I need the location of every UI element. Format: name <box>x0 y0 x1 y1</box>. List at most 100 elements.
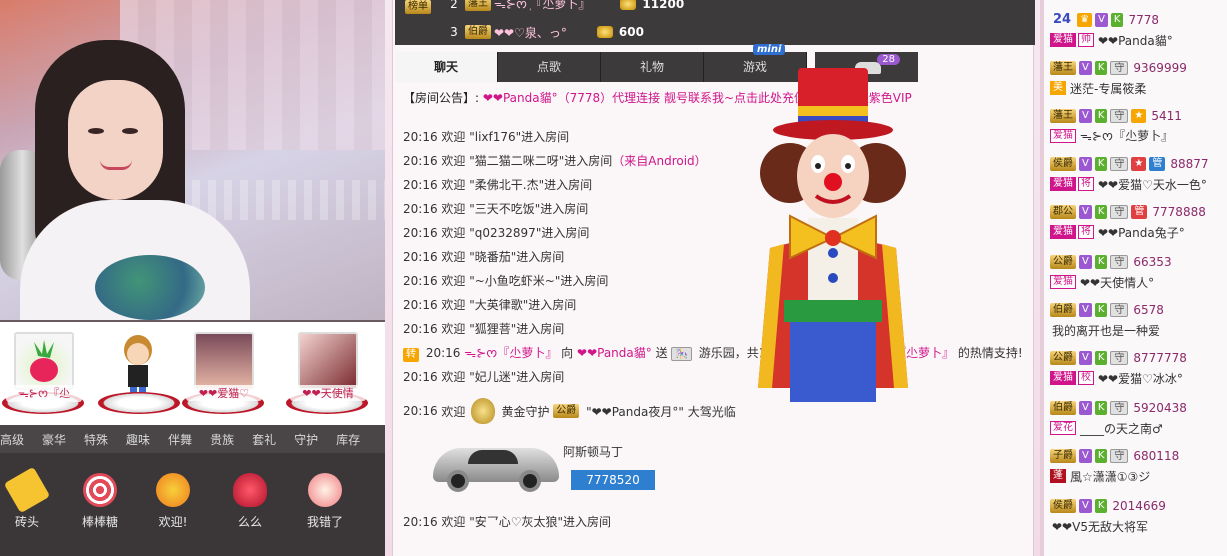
user-avatar <box>298 332 358 390</box>
msg-text: 欢迎 "猫二猫二咪二呀"进入房间 <box>441 154 613 168</box>
msg-text: 欢迎 <box>441 404 466 419</box>
chat-message: 20:16 欢迎 "安乛心♡灰太狼"进入房间 <box>403 513 611 530</box>
user-entry[interactable]: 子爵 V K 守 680118 蓬 風☆潇潇①③ジ <box>1050 444 1227 492</box>
user-avatar <box>194 332 254 390</box>
fan-tag: 爱猫 <box>1050 177 1076 191</box>
broadcast-badge: 转 <box>403 348 419 362</box>
guard-badge: 守 <box>1110 61 1129 75</box>
car-wheel <box>519 470 541 492</box>
guard-seat[interactable]: ᯓ⊱ᰔ『尐 <box>2 330 84 420</box>
gift-item[interactable]: 砖头 <box>0 466 62 530</box>
user-list: 24 ♛ V K 7778 爱猫 帅 ❤❤Panda貓° 藩王 V K 守 93… <box>1040 0 1227 556</box>
user-name: 迷茫-专属筱柔 <box>1070 81 1147 96</box>
user-entry[interactable]: 24 ♛ V K 7778 爱猫 帅 ❤❤Panda貓° <box>1050 8 1227 56</box>
gift-tab[interactable]: 趣味 <box>117 431 159 448</box>
video-stream[interactable] <box>0 0 385 320</box>
guard-seat[interactable]: ❤❤天使情 <box>286 330 368 420</box>
k-badge: K <box>1094 61 1108 75</box>
user-name: ❤❤Panda貓° <box>1098 33 1173 48</box>
car-owner-id[interactable]: 7778520 <box>571 470 655 490</box>
msg-time: 20:16 <box>403 202 438 216</box>
user-entry[interactable]: 侯爵 V K 2014669 ❤❤V5无敌大将军 <box>1050 494 1227 542</box>
star-icon: ★ <box>1131 157 1147 171</box>
gift-tab[interactable]: 高级 <box>0 431 33 448</box>
guard-badge: 守 <box>1110 449 1129 463</box>
aston-martin-car-image <box>433 438 563 493</box>
chat-message: 20:16 欢迎 "妃儿迷"进入房间 <box>403 368 1023 392</box>
rank-row[interactable]: 2 藩王 ᯓ⊱ᰔ ᷂『尐萝卜』 11200 <box>395 0 795 14</box>
user-entry[interactable]: 公爵 V K 守 66353 爱猫 ❤❤天使情人° <box>1050 250 1227 298</box>
chat-messages: 20:16 欢迎 "lixf176"进入房间 20:16 欢迎 "猫二猫二咪二呀… <box>403 128 1023 392</box>
user-name: ❤❤Panda兔子° <box>1098 225 1185 240</box>
msg-text: 欢迎 "三天不吃饭"进入房间 <box>441 202 589 216</box>
level-badge: 24 <box>1053 12 1072 27</box>
clown-gift-animation <box>758 68 908 402</box>
coin-icon <box>596 26 613 38</box>
vip-badge: V <box>1079 499 1092 513</box>
crown-icon: ♛ <box>1077 13 1093 27</box>
msg-time: 20:16 <box>403 515 438 529</box>
sender-name[interactable]: ᯓ⊱ᰔ『尐萝卜』 <box>464 346 557 360</box>
k-badge: K <box>1094 205 1108 219</box>
left-panel: ᯓ⊱ᰔ『尐 ❤❤爱猫♡ ❤❤天使情 高级 豪华 特殊 趣味 伴舞 贵族 套礼 守… <box>0 0 385 556</box>
msg-time: 20:16 <box>425 346 461 360</box>
user-entry[interactable]: 伯爵 V K 守 6578 我的离开也是一种爱 <box>1050 298 1227 346</box>
gift-tab[interactable]: 特殊 <box>75 431 117 448</box>
gift-tab[interactable]: 伴舞 <box>159 431 201 448</box>
chat-message: 20:16 欢迎 "三天不吃饭"进入房间 <box>403 200 1023 224</box>
car-window <box>468 450 518 464</box>
guard-role: 黄金守护 <box>501 404 550 419</box>
noble-title: 藩王 <box>465 0 491 11</box>
guard-seat[interactable] <box>98 330 180 420</box>
tab-gifts[interactable]: 礼物 <box>601 52 704 82</box>
msg-text: 的热情支持! <box>957 346 1023 360</box>
vip-badge: V <box>1079 401 1092 415</box>
user-entry[interactable]: 侯爵 V K 守 ★ 管 88877 爱猫 将 ❤❤爱猫♡天水一色° <box>1050 152 1227 200</box>
guard-seat[interactable]: ❤❤爱猫♡ <box>182 330 264 420</box>
rank-row[interactable]: 3 伯爵 ❤❤♡泉、っ° 600 <box>395 22 795 42</box>
vip-username[interactable]: "❤❤Panda夜月°" <box>586 403 684 420</box>
rank-username: ❤❤♡泉、っ° <box>494 25 567 40</box>
gift-item[interactable]: 欢迎! <box>138 473 208 530</box>
mini-badge[interactable]: mini <box>753 44 786 55</box>
gift-tab[interactable]: 套礼 <box>243 431 285 448</box>
tab-songs[interactable]: 点歌 <box>498 52 601 82</box>
user-entry[interactable]: 藩王 V K 守 9369999 美 迷茫-专属筱柔 <box>1050 56 1227 104</box>
msg-time: 20:16 <box>403 322 438 336</box>
rank-tag: 将 <box>1078 225 1094 239</box>
vip-badge: V <box>1079 255 1092 269</box>
room-notice[interactable]: 【房间公告】: ❤❤Panda貓°（7778）代理连接 靓号联系我~点击此处充值… <box>403 89 1023 106</box>
user-entry[interactable]: 藩王 V K 守 ★ 5411 爱猫 ᯓ⊱ᰔ『尐萝卜』 <box>1050 104 1227 152</box>
streamer-eye <box>122 128 138 134</box>
guard-badge: 守 <box>1110 157 1129 171</box>
receiver-name[interactable]: ❤❤Panda貓° <box>577 346 652 360</box>
vip-badge: V <box>1079 351 1092 365</box>
msg-text: 向 <box>561 346 574 360</box>
k-badge: K <box>1094 351 1108 365</box>
kiss-icon <box>233 473 267 507</box>
user-entry[interactable]: 郡公 V K 守 管 7778888 爱猫 将 ❤❤Panda兔子° <box>1050 200 1227 248</box>
gift-item[interactable]: 我错了 <box>290 473 360 530</box>
gift-item[interactable]: 棒棒糖 <box>65 473 135 530</box>
vip-badge: V <box>1079 205 1092 219</box>
gift-tab[interactable]: 豪华 <box>33 431 75 448</box>
user-name: ____の天之南♂ <box>1080 421 1163 436</box>
gift-tab[interactable]: 守护 <box>285 431 327 448</box>
peacock-ornament <box>95 255 205 320</box>
fan-tag: 美 <box>1050 81 1066 95</box>
gift-tab[interactable]: 库存 <box>327 431 369 448</box>
notice-prefix: 【房间公告】: <box>403 91 480 105</box>
noble-title: 伯爵 <box>465 25 491 39</box>
user-entry[interactable]: 公爵 V K 守 8777778 爱猫 校 ❤❤爱猫♡冰冰° <box>1050 346 1227 394</box>
msg-time: 20:16 <box>403 130 438 144</box>
tab-chat[interactable]: 聊天 <box>395 52 498 82</box>
user-name: 我的离开也是一种爱 <box>1052 323 1161 338</box>
chat-message: 20:16 欢迎 "狐狸菩"进入房间 <box>403 320 1023 344</box>
k-badge: K <box>1094 157 1108 171</box>
chat-message: 20:16 欢迎 "晓番茄"进入房间 <box>403 248 1023 272</box>
user-id: 5920438 <box>1133 401 1187 415</box>
user-entry[interactable]: 伯爵 V K 守 5920438 爱花 ____の天之南♂ <box>1050 396 1227 444</box>
noble-title: 公爵 <box>1050 351 1076 365</box>
gift-tab[interactable]: 贵族 <box>201 431 243 448</box>
gift-item[interactable]: 么么 <box>215 473 285 530</box>
